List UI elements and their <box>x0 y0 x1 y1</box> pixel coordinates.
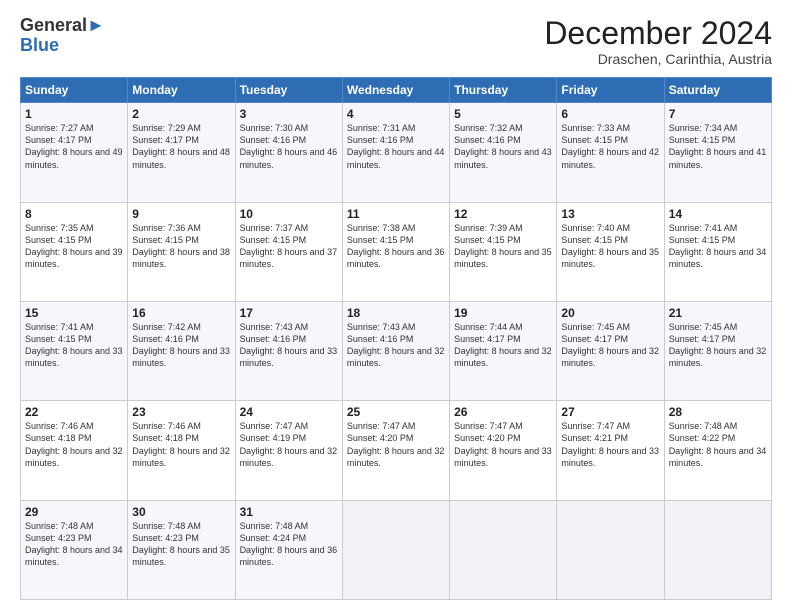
table-row: 31Sunrise: 7:48 AMSunset: 4:24 PMDayligh… <box>235 500 342 599</box>
table-row: 20Sunrise: 7:45 AMSunset: 4:17 PMDayligh… <box>557 301 664 400</box>
table-row: 8Sunrise: 7:35 AMSunset: 4:15 PMDaylight… <box>21 202 128 301</box>
table-row: 27Sunrise: 7:47 AMSunset: 4:21 PMDayligh… <box>557 401 664 500</box>
table-row <box>557 500 664 599</box>
title-block: December 2024 Draschen, Carinthia, Austr… <box>544 16 772 67</box>
calendar-row-1: 1Sunrise: 7:27 AMSunset: 4:17 PMDaylight… <box>21 103 772 202</box>
calendar-page: General► Blue December 2024 Draschen, Ca… <box>0 0 792 612</box>
table-row: 29Sunrise: 7:48 AMSunset: 4:23 PMDayligh… <box>21 500 128 599</box>
table-row: 26Sunrise: 7:47 AMSunset: 4:20 PMDayligh… <box>450 401 557 500</box>
calendar-table: Sunday Monday Tuesday Wednesday Thursday… <box>20 77 772 600</box>
location: Draschen, Carinthia, Austria <box>544 51 772 67</box>
table-row: 30Sunrise: 7:48 AMSunset: 4:23 PMDayligh… <box>128 500 235 599</box>
table-row: 16Sunrise: 7:42 AMSunset: 4:16 PMDayligh… <box>128 301 235 400</box>
table-row: 10Sunrise: 7:37 AMSunset: 4:15 PMDayligh… <box>235 202 342 301</box>
table-row: 2Sunrise: 7:29 AMSunset: 4:17 PMDaylight… <box>128 103 235 202</box>
col-monday: Monday <box>128 78 235 103</box>
table-row: 25Sunrise: 7:47 AMSunset: 4:20 PMDayligh… <box>342 401 449 500</box>
col-saturday: Saturday <box>664 78 771 103</box>
table-row: 11Sunrise: 7:38 AMSunset: 4:15 PMDayligh… <box>342 202 449 301</box>
col-thursday: Thursday <box>450 78 557 103</box>
table-row: 9Sunrise: 7:36 AMSunset: 4:15 PMDaylight… <box>128 202 235 301</box>
table-row: 15Sunrise: 7:41 AMSunset: 4:15 PMDayligh… <box>21 301 128 400</box>
calendar-row-2: 8Sunrise: 7:35 AMSunset: 4:15 PMDaylight… <box>21 202 772 301</box>
table-row: 24Sunrise: 7:47 AMSunset: 4:19 PMDayligh… <box>235 401 342 500</box>
col-friday: Friday <box>557 78 664 103</box>
calendar-row-5: 29Sunrise: 7:48 AMSunset: 4:23 PMDayligh… <box>21 500 772 599</box>
calendar-row-3: 15Sunrise: 7:41 AMSunset: 4:15 PMDayligh… <box>21 301 772 400</box>
table-row: 5Sunrise: 7:32 AMSunset: 4:16 PMDaylight… <box>450 103 557 202</box>
table-row <box>664 500 771 599</box>
col-wednesday: Wednesday <box>342 78 449 103</box>
table-row: 18Sunrise: 7:43 AMSunset: 4:16 PMDayligh… <box>342 301 449 400</box>
table-row: 12Sunrise: 7:39 AMSunset: 4:15 PMDayligh… <box>450 202 557 301</box>
table-row: 13Sunrise: 7:40 AMSunset: 4:15 PMDayligh… <box>557 202 664 301</box>
table-row: 17Sunrise: 7:43 AMSunset: 4:16 PMDayligh… <box>235 301 342 400</box>
header-row: Sunday Monday Tuesday Wednesday Thursday… <box>21 78 772 103</box>
table-row: 3Sunrise: 7:30 AMSunset: 4:16 PMDaylight… <box>235 103 342 202</box>
table-row: 22Sunrise: 7:46 AMSunset: 4:18 PMDayligh… <box>21 401 128 500</box>
table-row: 6Sunrise: 7:33 AMSunset: 4:15 PMDaylight… <box>557 103 664 202</box>
logo: General► Blue <box>20 16 90 58</box>
col-tuesday: Tuesday <box>235 78 342 103</box>
table-row: 14Sunrise: 7:41 AMSunset: 4:15 PMDayligh… <box>664 202 771 301</box>
table-row: 19Sunrise: 7:44 AMSunset: 4:17 PMDayligh… <box>450 301 557 400</box>
month-title: December 2024 <box>544 16 772 51</box>
table-row: 21Sunrise: 7:45 AMSunset: 4:17 PMDayligh… <box>664 301 771 400</box>
table-row <box>450 500 557 599</box>
col-sunday: Sunday <box>21 78 128 103</box>
header: General► Blue December 2024 Draschen, Ca… <box>20 16 772 67</box>
table-row <box>342 500 449 599</box>
table-row: 4Sunrise: 7:31 AMSunset: 4:16 PMDaylight… <box>342 103 449 202</box>
calendar-row-4: 22Sunrise: 7:46 AMSunset: 4:18 PMDayligh… <box>21 401 772 500</box>
table-row: 28Sunrise: 7:48 AMSunset: 4:22 PMDayligh… <box>664 401 771 500</box>
table-row: 23Sunrise: 7:46 AMSunset: 4:18 PMDayligh… <box>128 401 235 500</box>
table-row: 7Sunrise: 7:34 AMSunset: 4:15 PMDaylight… <box>664 103 771 202</box>
table-row: 1Sunrise: 7:27 AMSunset: 4:17 PMDaylight… <box>21 103 128 202</box>
